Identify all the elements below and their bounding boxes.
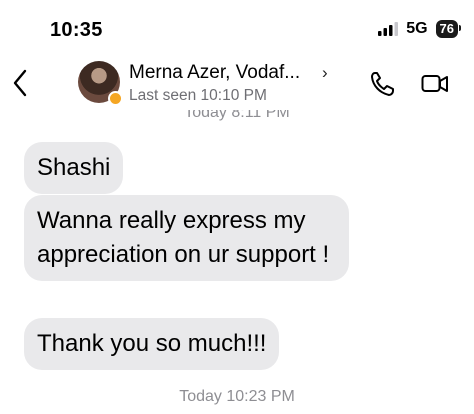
phone-icon [371,72,394,96]
message-bubble[interactable]: Wanna really express my appreciation on … [24,195,349,281]
timestamp: Today 10:23 PM [179,388,295,405]
video-camera-icon [421,75,448,92]
call-button[interactable] [370,71,394,97]
video-call-button[interactable] [421,73,449,95]
last-seen-status: Last seen 10:10 PM [129,87,267,104]
network-type: 5G [406,20,428,37]
chat-screen: 10:35 5G 76 Merna Azer, Vodaf... › Last … [0,0,474,414]
contact-name[interactable]: Merna Azer, Vodaf... [129,62,300,84]
status-indicators: 5G 76 [378,20,462,38]
message-bubble[interactable]: Shashi [24,142,124,194]
avatar[interactable] [78,61,123,106]
chevron-right-icon[interactable]: › [322,63,328,83]
back-button[interactable] [6,66,34,100]
signal-icon [378,22,399,36]
status-badge [108,91,123,106]
timestamp: Today 8:11 PM [184,104,290,121]
chevron-left-icon [13,69,27,97]
message-bubble[interactable]: Thank you so much!!! [24,318,280,370]
status-time: 10:35 [50,19,103,41]
battery-icon: 76 [435,20,462,38]
